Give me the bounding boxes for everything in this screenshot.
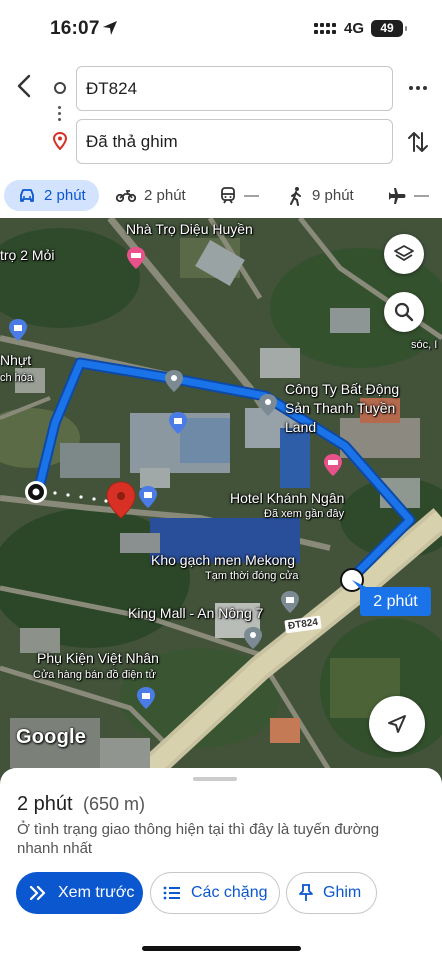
tab-car[interactable]: 2 phút <box>4 180 99 211</box>
shopping-poi-icon-3[interactable] <box>138 485 158 509</box>
map-label-nhut-sub: ch hóa <box>0 372 34 384</box>
map-label-cong-ty-2[interactable]: Sản Thanh Tuyền <box>285 400 395 416</box>
navigation-arrow-icon <box>388 715 406 733</box>
satellite-imagery <box>0 218 442 788</box>
tab-flight[interactable]: — <box>388 180 429 211</box>
airplane-icon <box>389 187 406 204</box>
tab-transit-label: — <box>244 187 259 204</box>
hotel-poi-icon[interactable] <box>126 246 146 270</box>
tab-walk-label: 9 phút <box>312 187 354 204</box>
route-dots-icon <box>58 106 62 121</box>
map-label-cong-ty-3[interactable]: Land <box>285 419 316 435</box>
map-label-phu-kien[interactable]: Phụ Kiện Việt Nhân <box>37 650 159 666</box>
shopping-poi-icon[interactable] <box>8 318 28 342</box>
destination-input[interactable]: Đã thả ghim <box>76 119 393 164</box>
map-view[interactable]: Nhà Trọ Diệu Huyền trọ 2 Mỏi Nhựt ch hóa… <box>0 218 442 788</box>
motorbike-icon <box>116 189 136 202</box>
map-label-cong-ty-1[interactable]: Công Ty Bất Động <box>285 381 399 397</box>
network-type: 4G <box>344 20 365 37</box>
map-label-hotel-sub: Đã xem gần đây <box>264 508 345 520</box>
shopping-poi-icon-4[interactable] <box>280 590 300 614</box>
tab-car-label: 2 phút <box>44 187 86 204</box>
shopping-poi-icon-5[interactable] <box>136 686 156 710</box>
status-time: 16:07 <box>50 18 100 39</box>
map-label-kho-gach-sub: Tạm thời đóng cửa <box>205 570 299 582</box>
route-distance: (650 m) <box>83 794 146 814</box>
map-label-tro-2-moi[interactable]: trọ 2 Mỏi <box>0 247 54 263</box>
signal-icon <box>314 23 336 34</box>
search-along-route-button[interactable] <box>384 292 424 332</box>
steps-button[interactable]: Các chặng <box>150 872 280 914</box>
map-label-phu-kien-sub: Cửa hàng bán đồ điện tử <box>33 669 156 681</box>
map-label-hotel[interactable]: Hotel Khánh Ngân <box>230 490 344 506</box>
pin-button[interactable]: Ghim <box>286 872 377 914</box>
destination-pin-icon <box>52 132 68 150</box>
train-icon <box>221 186 235 203</box>
tab-flight-label: — <box>414 187 429 204</box>
swap-icon[interactable] <box>406 129 430 155</box>
battery-icon: 49 <box>371 20 407 37</box>
shopping-poi-icon-2[interactable] <box>168 411 188 435</box>
route-duration-callout[interactable]: 2 phút <box>360 587 431 616</box>
map-label-nha-tro[interactable]: Nhà Trọ Diệu Huyền <box>126 221 253 237</box>
navigation-start-button[interactable] <box>369 696 425 752</box>
pushpin-icon <box>299 884 313 901</box>
layers-button[interactable] <box>384 234 424 274</box>
place-poi-icon[interactable] <box>164 369 184 393</box>
list-icon <box>163 886 180 900</box>
search-icon <box>394 302 414 322</box>
map-label-soc[interactable]: sóc, I <box>411 339 437 351</box>
home-indicator[interactable] <box>142 946 301 951</box>
google-logo: Google <box>16 726 87 748</box>
hotel-poi-icon-2[interactable] <box>323 453 343 477</box>
tab-motorbike[interactable]: 2 phút <box>116 180 186 211</box>
pin-button-label: Ghim <box>323 884 362 901</box>
travel-mode-tabs: 2 phút 2 phút — 9 phút — <box>0 175 442 215</box>
tab-walk[interactable]: 9 phút <box>288 180 354 211</box>
layers-icon <box>394 245 414 261</box>
company-poi-icon[interactable] <box>258 393 278 417</box>
map-label-kho-gach[interactable]: Kho gạch men Mekong <box>151 552 295 568</box>
origin-input[interactable]: ĐT824 <box>76 66 393 111</box>
map-label-nhut[interactable]: Nhựt <box>0 352 31 368</box>
origin-circle-icon <box>54 82 66 94</box>
back-arrow-icon[interactable] <box>12 72 36 100</box>
steps-button-label: Các chặng <box>191 884 268 901</box>
preview-button-label: Xem trước <box>58 884 135 901</box>
preview-button[interactable]: Xem trước <box>16 872 143 914</box>
route-duration: 2 phút <box>17 793 73 815</box>
double-chevron-icon <box>29 885 46 901</box>
more-options-icon[interactable] <box>406 80 430 96</box>
status-bar: 16:07 4G 49 <box>0 0 442 60</box>
car-icon <box>20 188 34 202</box>
place-poi-icon-2[interactable] <box>243 626 263 650</box>
sheet-drag-handle[interactable] <box>193 777 237 781</box>
location-arrow-icon <box>103 21 117 35</box>
map-label-king-mall[interactable]: King Mall - An Nông 7 <box>128 605 263 621</box>
tab-motorbike-label: 2 phút <box>144 187 186 204</box>
walk-icon <box>290 186 301 206</box>
route-summary-sheet: 2 phút (650 m) Ở tình trạng giao thông h… <box>0 768 442 960</box>
route-description: Ở tình trạng giao thông hiện tại thì đây… <box>17 821 380 857</box>
tab-transit[interactable]: — <box>220 180 259 211</box>
